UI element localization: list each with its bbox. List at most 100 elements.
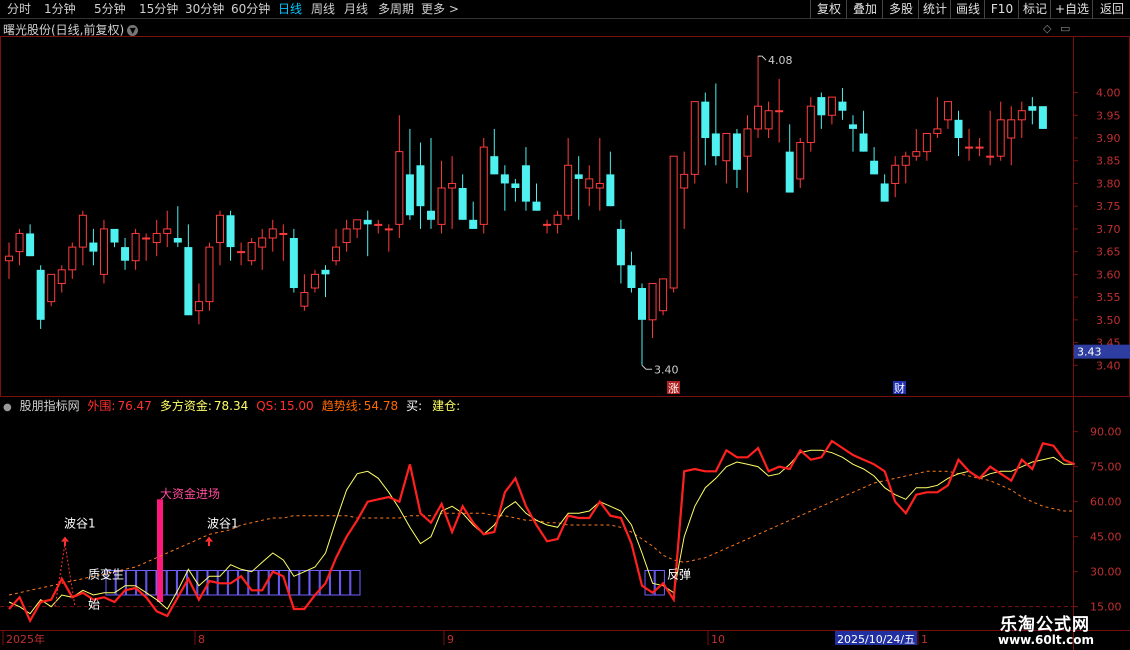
candle-body-down (89, 242, 98, 252)
candle-body-down (616, 228, 625, 266)
candle (47, 273, 56, 307)
chart-canvas[interactable]: 4.00 3.95 3.90 3.85 3.80 3.75 3.70 3.65 3.60 3.55… (0, 0, 1130, 650)
candle (416, 142, 425, 229)
candle (901, 151, 910, 184)
candle-body-down (838, 101, 847, 111)
candle-body-up (912, 151, 921, 157)
candle (880, 174, 889, 202)
candle-body-up (78, 214, 87, 248)
candle (15, 228, 24, 266)
candle-body-up (543, 223, 552, 226)
candle (574, 156, 583, 220)
candle (5, 242, 13, 279)
candle (743, 115, 752, 193)
candle (764, 101, 773, 138)
candle (363, 210, 372, 257)
candle (384, 224, 393, 252)
candle-body-up (775, 110, 784, 113)
indicator-axis-label: 45.00 (1090, 531, 1122, 544)
candle (943, 101, 952, 129)
candle (353, 219, 362, 238)
indicator-field-value: 54.78 (363, 399, 399, 413)
price-label: 3.80 (1096, 177, 1121, 190)
candle (933, 97, 942, 138)
indicator-field-value: 15.00 (279, 399, 314, 413)
candle (237, 242, 246, 266)
candle (163, 210, 172, 248)
indicator-field-label: 买: (406, 399, 423, 413)
indicator-menu-icon[interactable]: ● (3, 402, 12, 413)
candle (806, 97, 815, 152)
candle (68, 242, 77, 279)
candle-body-down (121, 247, 130, 261)
indicator-axis-label: 60.00 (1090, 496, 1122, 509)
candle-body-up (5, 255, 13, 262)
buildup-box (125, 570, 137, 596)
candle (785, 124, 794, 193)
diamond-icon[interactable]: ◇ (1043, 22, 1051, 35)
candle (827, 96, 836, 125)
candle (131, 228, 140, 270)
candle (701, 92, 710, 166)
indicator-name[interactable]: 股朋指标网 (20, 399, 80, 413)
candle (754, 56, 763, 138)
candle-body-up (585, 178, 594, 189)
mutate-label: 质变生 (88, 566, 124, 581)
valley1-label: 波谷1 (64, 517, 96, 531)
candle (110, 228, 119, 248)
candle (279, 224, 288, 261)
price-label: 3.60 (1096, 268, 1121, 281)
candle (1007, 106, 1016, 166)
current-price-label: 3.43 (1077, 346, 1102, 359)
indicator-axis: 90.0075.0060.0045.0030.0015.00 (1073, 426, 1122, 614)
low-marker-label: 3.40 (654, 363, 679, 376)
price-label: 3.75 (1096, 200, 1121, 213)
candle-body-up (479, 146, 488, 225)
candle (395, 115, 404, 238)
chevron-down-icon[interactable]: ▼ (127, 25, 139, 36)
candle-body-down (416, 165, 425, 207)
candle (258, 228, 267, 270)
candle (891, 156, 900, 198)
valley2-label: 波谷1 (207, 517, 239, 531)
candle (458, 174, 467, 220)
candle-body-down (36, 269, 45, 320)
indicator-axis-label: 90.00 (1090, 426, 1122, 439)
candle-body-down (1038, 106, 1047, 129)
candle-body-up (922, 132, 931, 153)
candle-body-up (965, 146, 974, 149)
candle-body-up (131, 232, 140, 262)
candle (616, 219, 625, 284)
candle-body-up (448, 182, 457, 189)
candle-body-up (933, 128, 942, 134)
candle-body-up (796, 142, 805, 180)
candle-body-up (57, 269, 66, 284)
window-restore-icon[interactable]: ▭ (1060, 22, 1070, 35)
candle-body-up (648, 282, 657, 321)
indicator-field-label: 外围: (87, 399, 116, 413)
low-marker-line (641, 364, 652, 370)
candle (437, 160, 446, 234)
big-money-bar (157, 499, 163, 602)
candle-body-down (26, 233, 35, 257)
indicator-fields: 外围: 76.47 多方资金: 78.34 QS: 15.00 趋势线: 54.78 买: 建仓: (87, 399, 470, 413)
candle (870, 147, 879, 175)
candle (205, 242, 214, 311)
candle-body-up (152, 232, 161, 244)
candle-body-down (870, 160, 879, 175)
indicator-axis-label: 75.00 (1090, 461, 1122, 474)
date-axis: 2025年 8 9 10 2025/10/24/五 1 (2, 631, 928, 646)
candle (300, 274, 309, 311)
candle-body-down (500, 174, 509, 184)
indicator-lines: 波谷1 波谷1 大资金进场质变生始 反弹 (8, 439, 1076, 624)
price-axis: 4.00 3.95 3.90 3.85 3.80 3.75 3.70 3.65 3.60 3.55… (641, 54, 1130, 395)
candle (796, 138, 805, 188)
buildup-box (166, 570, 177, 596)
candle (638, 283, 646, 366)
candle-body-up (595, 182, 604, 189)
date-label: 10 (711, 633, 725, 646)
candle (216, 210, 224, 266)
stock-title[interactable]: 曙光股份(日线,前复权) ▼ (3, 21, 139, 38)
main-frame (0, 36, 1130, 397)
indicator-field: 建仓: (432, 399, 466, 413)
